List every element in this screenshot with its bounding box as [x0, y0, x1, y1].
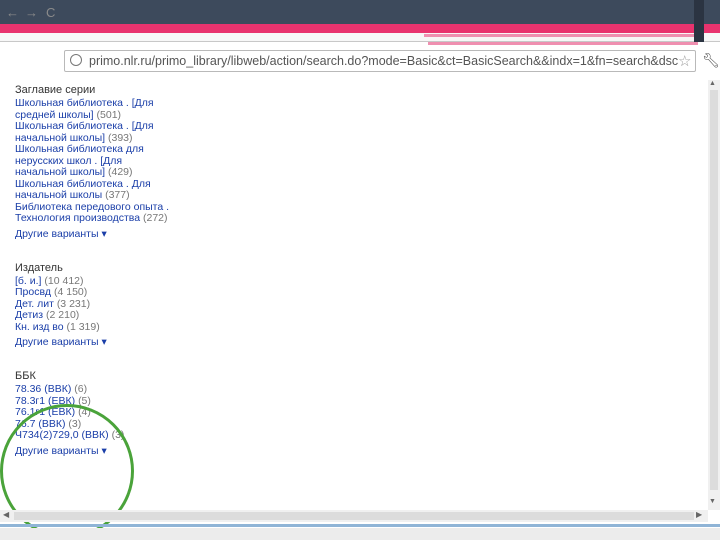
facet-link[interactable]: 78.36 (ВВК) — [15, 383, 71, 395]
facet-link[interactable]: [б. и.] — [15, 275, 41, 287]
more-options-link[interactable]: Другие варианты ▾ — [15, 228, 175, 240]
facet-count: (6) — [74, 383, 88, 395]
scroll-down-icon[interactable]: ▼ — [709, 498, 716, 505]
facet-item: Школьная библиотека . Для начальной школ… — [15, 178, 175, 202]
facet-count: (10 412) — [44, 274, 84, 287]
scroll-right-icon[interactable]: ▶ — [696, 510, 702, 519]
horizontal-scroll-thumb[interactable] — [14, 512, 694, 520]
header-accent-line — [424, 34, 694, 37]
facet-item: Школьная библиотека . [Для начальной шко… — [15, 120, 175, 144]
scroll-up-icon[interactable]: ▲ — [709, 80, 716, 87]
forward-button[interactable]: → — [25, 6, 38, 20]
facet-link[interactable]: Школьная библиотека . Для начальной школ… — [15, 178, 151, 202]
facet-item: Кн. изд во (1 319) — [15, 320, 175, 334]
facet-title-publisher: Издатель — [15, 261, 63, 274]
footer-bar — [0, 528, 720, 540]
facet-link[interactable]: Кн. изд во — [15, 321, 64, 333]
facet-title-series: Заглавие серии — [15, 84, 96, 96]
header-accent-line — [428, 42, 698, 45]
reload-button[interactable]: C — [46, 6, 55, 20]
facet-count: (3 231) — [56, 297, 91, 310]
bookmark-star-icon[interactable]: ☆ — [678, 52, 691, 70]
wrench-menu-icon[interactable]: 🔧︎ — [702, 52, 720, 69]
url-text: primo.nlr.ru/primo_library/libweb/action… — [89, 54, 679, 68]
header-bar-dark — [0, 0, 720, 24]
facet-link[interactable]: Дет. лит — [15, 298, 54, 310]
vertical-scroll-thumb[interactable] — [710, 90, 718, 490]
facet-count: (429) — [108, 166, 133, 178]
facet-link[interactable]: Детиз — [15, 309, 43, 321]
footer-accent-line — [0, 524, 720, 527]
facet-count: (4 150) — [54, 286, 88, 298]
facet-count: (377) — [105, 189, 130, 201]
facet-link[interactable]: Школьная библиотека . [Для средней школы… — [15, 97, 154, 121]
facet-count: (272) — [143, 212, 168, 224]
back-button[interactable]: ← — [6, 6, 19, 20]
globe-icon — [70, 54, 82, 66]
facet-item: Школьная библиотека . [Для средней школы… — [15, 97, 175, 121]
facet-link[interactable]: Школьная библиотека . [Для начальной шко… — [15, 120, 154, 144]
facet-panel: Заглавие серии Школьная библиотека . [Дл… — [15, 84, 175, 457]
facet-count: (2 210) — [46, 309, 80, 321]
facet-item: Библиотека передового опыта . Технология… — [15, 201, 175, 225]
header-bar-pink — [0, 24, 720, 33]
facet-count: (393) — [108, 131, 133, 144]
facet-count: (1 319) — [66, 320, 100, 333]
address-bar[interactable]: primo.nlr.ru/primo_library/libweb/action… — [64, 50, 696, 72]
facet-link[interactable]: Прoсвд — [15, 286, 51, 298]
facet-title-bbk: ББК — [15, 370, 36, 382]
more-options-link[interactable]: Другие варианты ▾ — [15, 336, 175, 348]
header-accent-block — [694, 0, 704, 42]
facet-count: (501) — [96, 108, 122, 121]
facet-item: Школьная библиотека для нерусских школ .… — [15, 143, 175, 179]
scroll-left-icon[interactable]: ◀ — [3, 510, 9, 519]
